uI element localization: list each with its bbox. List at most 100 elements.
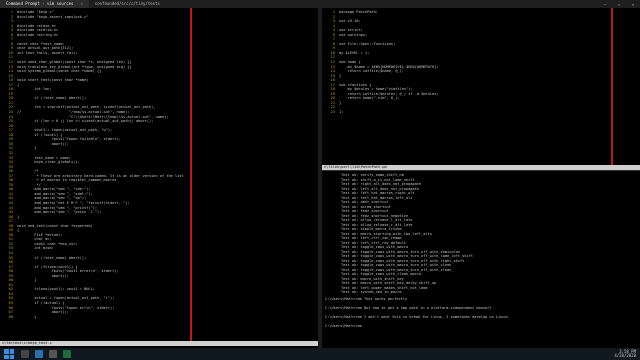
- prompt-line: C:\Users\Matt>rem: [325, 323, 364, 328]
- code-text: void system_global(const char *name) {}: [17, 69, 102, 74]
- code-text: add_macro("sem ", "printf(");: [17, 205, 98, 210]
- code-text: abort();: [17, 141, 69, 146]
- code-text: fputs("vout1 error\n", stderr);: [17, 269, 119, 274]
- code-text: void translate_key_global(int *type, uns…: [17, 64, 132, 69]
- code-text: len = snprintf(actual_out_path, sizeof(a…: [17, 105, 156, 110]
- code-text: actual = fopen(actual_out_path, "r");: [17, 296, 115, 301]
- code-text: const char *test_name;: [17, 41, 65, 46]
- code-text: /*: [17, 169, 39, 174]
- terminal-app-icon[interactable]: [49, 350, 57, 358]
- code-text: my $LEVEL = 1;: [339, 50, 370, 55]
- maximize-button[interactable]: ☐: [612, 2, 626, 7]
- left-code-area[interactable]: 1 #include "keyb.c" 2 #include "keyb_assert…: [0, 8, 318, 319]
- start-button[interactable]: [4, 349, 14, 359]
- code-text: }: [339, 100, 342, 105]
- colorcolumn-guide: [611, 8, 613, 170]
- code-text: }: [17, 146, 37, 151]
- tab-tests[interactable]: confounded/src/c/tiny/tests: [89, 0, 166, 8]
- line-number: 68: [8, 314, 13, 319]
- code-text: #include <string.h>: [17, 32, 59, 37]
- code-text: int mism;: [17, 246, 54, 251]
- code-text: if (!actual) {: [17, 301, 65, 305]
- task-view-icon[interactable]: [35, 350, 43, 358]
- code-text: sub cfactions {: [339, 82, 372, 87]
- code-text: test_name = name;: [17, 155, 72, 160]
- code-text: * These are arbitrary hard-coded. It is …: [17, 173, 184, 178]
- code-text: int test_fails, assert_fail;: [17, 50, 78, 55]
- tab-label: confounded/src/c/tiny/tests: [94, 1, 160, 6]
- code-text: my $home = $ENV{HOMEDRIVE}.$ENV{HOMEPATH…: [339, 64, 439, 69]
- code-text: if (!vout1) {: [17, 132, 63, 137]
- system-clock[interactable]: 3:58 PM 4/28/2020: [614, 349, 636, 359]
- code-text: package PatchPath;: [339, 10, 378, 14]
- code-text: 1;: [339, 110, 344, 115]
- code-text: */: [17, 182, 41, 187]
- left-editor-pane[interactable]: 1 #include "keyb.c" 2 #include "keyb_assert…: [0, 8, 318, 346]
- code-text: use File::Spec::Functions;: [339, 41, 396, 46]
- code-text: return home(".vim", @_);: [339, 96, 400, 101]
- code-text: abort();: [17, 310, 69, 315]
- window-titlebar: Command Prompt - vim sources ✕ confounde…: [0, 0, 640, 8]
- code-text: return catfile($mrules, @_) if -d $mrule…: [339, 91, 439, 96]
- code-text: #include "keyb_assert_capslock.c": [17, 14, 89, 19]
- code-text: add_macro("sem ", "cm");: [17, 196, 87, 201]
- windows-taskbar: 3:58 PM 4/28/2020: [0, 348, 640, 360]
- code-text: if (!test_name) abort();: [17, 255, 87, 260]
- code-text: add_macro("sem ", "sdel:");: [17, 191, 93, 196]
- code-text: void end_test(const char *expected): [17, 223, 93, 228]
- left-status-bar: c\fa\test\c\keyb_test.c: [0, 341, 318, 346]
- line-number: 23: [330, 110, 335, 115]
- code-text: return catfile($home, @_);: [339, 69, 404, 74]
- code-text: add_macro("sem ", "psinc -C ");: [17, 210, 102, 215]
- prompt-lines[interactable]: C:\Users\Matt>rem That works perfectly C…: [322, 295, 640, 329]
- code-text: sub home {: [339, 60, 361, 65]
- terminal-pane[interactable]: Test ok: verify_same_shift_nb Test ok: sh…: [322, 171, 640, 346]
- code-text: void send_char_global(const char *c, uns…: [17, 60, 132, 65]
- colorcolumn-guide: [190, 8, 192, 346]
- code-text: fclose(vout1); vout1 = NULL;: [17, 287, 95, 292]
- code-text: fputs("fopen failed\n", stderr);: [17, 137, 121, 142]
- right-code-area[interactable]: 1 package PatchPath; 2 3 use v5.10; 4 5 use str…: [322, 8, 640, 115]
- code-text: my $mrules = home("vimfiles");: [339, 87, 413, 92]
- code-text: {: [17, 228, 20, 233]
- code-text: void start_test(const char *name): [17, 78, 89, 83]
- code-text: #include "keyb.c": [17, 10, 54, 14]
- code-text: use v5.10;: [339, 19, 361, 24]
- code-text: const char *exp_cur;: [17, 241, 78, 246]
- code-text: if (fclose(vout1)) {: [17, 264, 78, 269]
- code-text: add_macro("cat E M F ", "fprintf(stderr,…: [17, 200, 130, 205]
- code-line[interactable]: 23 1;: [325, 110, 640, 115]
- code-text: fputs("fopen err\n", stderr);: [17, 305, 115, 310]
- code-text: #include <stdlib.h>: [17, 28, 59, 33]
- code-text: add_macro("sem ", "sde:");: [17, 187, 91, 192]
- code-text: use strict;: [339, 28, 363, 33]
- code-text: char actual_out_path[512];: [17, 46, 74, 51]
- code-text: FILE *actual;: [17, 232, 63, 237]
- code-text: * of macros in register_common_macros: [17, 178, 117, 183]
- code-text: keyb_clear_globals();: [17, 160, 80, 165]
- vim-app-icon[interactable]: [63, 350, 71, 358]
- clock-date: 4/28/2020: [614, 353, 636, 358]
- close-button[interactable]: ✕: [626, 2, 640, 7]
- code-text: use warnings;: [339, 32, 368, 37]
- tab-command-prompt[interactable]: Command Prompt - vim sources ✕: [0, 0, 89, 8]
- code-text: }: [339, 73, 342, 78]
- code-text: }: [17, 314, 37, 319]
- code-text: {: [17, 82, 20, 87]
- close-icon[interactable]: ✕: [80, 0, 82, 8]
- code-text: "C:\\Users\\Matt\\Temp\\%s-actual.out", …: [17, 114, 169, 119]
- code-text: vout1 = fopen(actual_out_path, "w");: [17, 128, 113, 133]
- code-text: abort();: [17, 273, 69, 278]
- code-text: }: [17, 278, 37, 283]
- test-results-list: Test ok: verify_same_shift_nb Test ok: sh…: [338, 171, 640, 295]
- code-text: }: [17, 214, 20, 219]
- tab-label: Command Prompt - vim sources: [6, 1, 74, 6]
- code-line[interactable]: 68 }: [3, 315, 318, 320]
- right-editor-pane[interactable]: 1 package PatchPath; 2 3 use v5.10; 4 5 use str…: [322, 8, 640, 170]
- minimize-button[interactable]: —: [598, 2, 612, 7]
- search-icon[interactable]: [21, 350, 29, 358]
- code-text: #include <stdio.h>: [17, 23, 56, 28]
- code-text: if (len < 0 || len >= sizeof(actual_out_…: [17, 119, 154, 124]
- code-text: char ac;: [17, 237, 52, 242]
- code-text: // "/tmp/%s-actual.out", name);: [17, 110, 130, 115]
